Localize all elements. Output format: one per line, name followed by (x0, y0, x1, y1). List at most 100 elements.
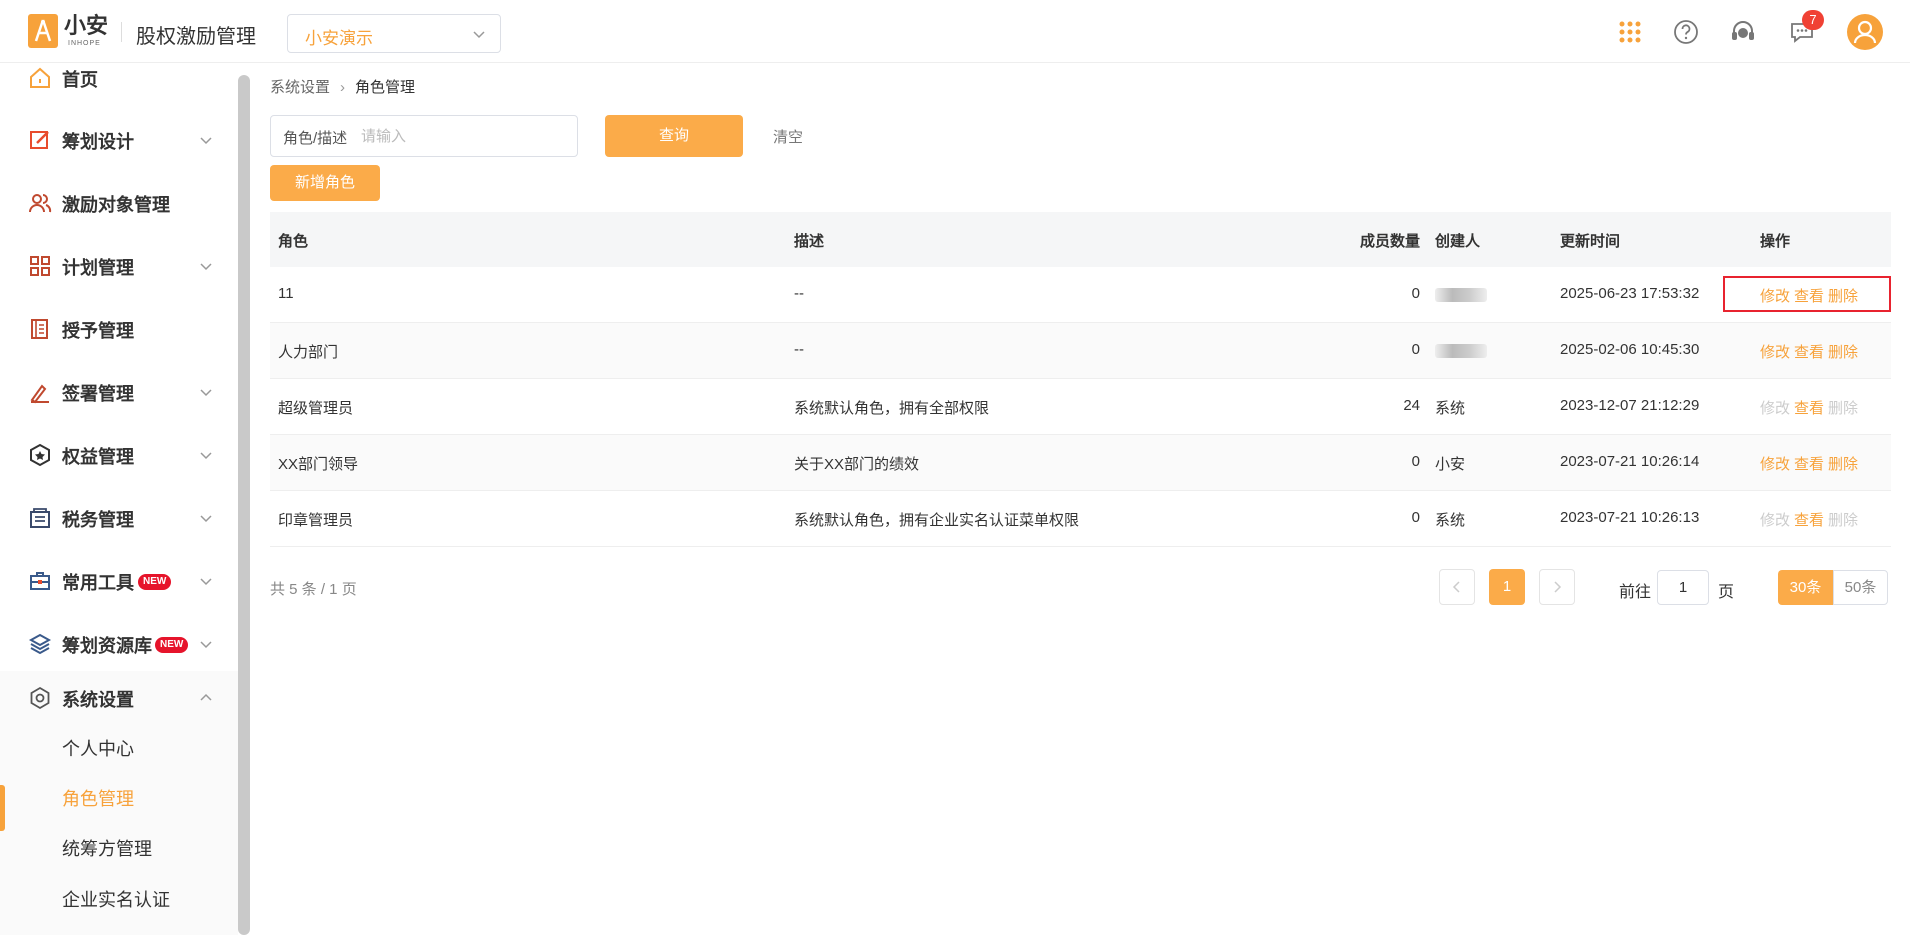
book-icon (31, 319, 48, 339)
cell-count: 24 (1403, 397, 1420, 414)
delete-button: 删除 (1828, 400, 1859, 417)
view-button[interactable]: 查看 (1794, 400, 1824, 417)
cell-updated: 2025-06-23 17:53:32 (1560, 285, 1700, 302)
column-header: 描述 (794, 233, 825, 250)
cell-role: 人力部门 (278, 344, 339, 361)
sidebar-item-planning-design[interactable]: 筹划设计 (0, 113, 238, 167)
edit-button[interactable]: 修改 (1760, 456, 1790, 473)
customer-service-icon[interactable] (1729, 18, 1757, 46)
page-size-30-button[interactable]: 30条 (1778, 570, 1833, 605)
row-actions: 修改 查看 删除 (1760, 341, 1862, 362)
sidebar-subitem-role-management[interactable]: 角色管理 (0, 773, 238, 821)
cell-role: 超级管理员 (278, 400, 354, 417)
view-button[interactable]: 查看 (1794, 456, 1824, 473)
sidebar-subitem-label: 统筹方管理 (62, 839, 152, 859)
delete-button: 删除 (1828, 512, 1859, 529)
sidebar-item-resource-library[interactable]: 筹划资源库 NEW (0, 617, 238, 671)
view-button[interactable]: 查看 (1794, 512, 1824, 529)
settings-icon (30, 686, 50, 710)
logo-text: 小安 (64, 13, 109, 38)
chevron-down-icon (200, 389, 212, 397)
sidebar-item-label: 激励对象管理 (62, 195, 170, 215)
cell-updated: 2023-12-07 21:12:29 (1560, 397, 1700, 414)
badge-icon (30, 443, 50, 467)
sidebar-subitem-coordinator-management[interactable]: 统筹方管理 (0, 823, 238, 871)
cell-updated: 2023-07-21 10:26:14 (1560, 453, 1700, 470)
column-header: 角色 (278, 233, 309, 250)
cell-desc: 系统默认角色，拥有全部权限 (794, 400, 990, 417)
sidebar-item-home[interactable]: 首页 (0, 63, 238, 105)
logo-subtext: INHOPE (68, 40, 101, 47)
sidebar-item-label: 计划管理 (62, 258, 134, 278)
page-number-button[interactable]: 1 (1489, 569, 1525, 605)
edit-icon (30, 131, 49, 149)
delete-button[interactable]: 删除 (1828, 456, 1858, 473)
prev-page-button[interactable] (1439, 569, 1475, 605)
sidebar: 首页 筹划设计 激励对象管理 计划管理 授予管理 签署管理 权益管理 税务管理 … (0, 63, 250, 935)
goto-page-input[interactable]: 1 (1657, 570, 1709, 605)
company-select[interactable]: 小安演示 (287, 14, 501, 53)
sign-icon (30, 384, 49, 404)
chevron-right-icon (1554, 581, 1562, 593)
sidebar-item-system-settings[interactable]: 系统设置 (0, 671, 238, 725)
active-indicator (0, 785, 5, 831)
row-actions: 修改 查看 删除 (1760, 397, 1862, 418)
sidebar-item-signing-management[interactable]: 签署管理 (0, 365, 238, 419)
cell-role: 印章管理员 (278, 512, 354, 529)
sidebar-subitem-enterprise-verification[interactable]: 企业实名认证 (0, 874, 238, 922)
main-content: 系统设置 › 角色管理 角色/描述 查询 清空 新增角色 角色 描述 成员数量 创建… (250, 63, 1910, 935)
add-role-button[interactable]: 新增角色 (270, 165, 380, 201)
sidebar-item-label: 税务管理 (62, 510, 134, 530)
cell-updated: 2023-07-21 10:26:13 (1560, 509, 1700, 526)
column-header: 更新时间 (1560, 233, 1621, 250)
creator-redacted (1435, 344, 1487, 358)
sidebar-subitem-label: 企业实名认证 (62, 890, 170, 910)
chevron-down-icon (200, 137, 212, 145)
row-actions: 修改 查看 删除 (1760, 509, 1862, 530)
help-icon[interactable] (1672, 18, 1700, 46)
sidebar-subitem-personal-center[interactable]: 个人中心 (0, 723, 238, 771)
sidebar-scrollbar[interactable] (238, 75, 250, 935)
user-avatar-icon[interactable] (1847, 14, 1883, 50)
goto-unit: 页 (1718, 584, 1735, 601)
cell-creator: 系统 (1435, 512, 1466, 529)
view-button[interactable]: 查看 (1794, 344, 1824, 361)
cell-creator: 小安 (1435, 456, 1466, 473)
filter-label: 角色/描述 (283, 130, 348, 147)
delete-button[interactable]: 删除 (1828, 344, 1858, 361)
sidebar-item-label: 授予管理 (62, 321, 134, 341)
sidebar-item-common-tools[interactable]: 常用工具 NEW (0, 554, 238, 608)
clear-button[interactable]: 清空 (773, 126, 803, 147)
table-row: 人力部门 -- 0 2025-02-06 10:45:30 修改 查看 删除 (270, 323, 1891, 379)
logo-icon (28, 14, 58, 48)
chevron-down-icon (200, 452, 212, 460)
query-button[interactable]: 查询 (605, 115, 743, 157)
highlight-box (1723, 276, 1891, 312)
page-size-50-button[interactable]: 50条 (1833, 570, 1888, 605)
grid-icon (30, 256, 50, 276)
chevron-down-icon (473, 31, 485, 39)
toolbox-icon (30, 572, 50, 590)
sidebar-item-label: 系统设置 (62, 690, 134, 710)
new-badge: NEW (155, 637, 189, 653)
apps-grid-icon[interactable] (1616, 18, 1644, 46)
next-page-button[interactable] (1539, 569, 1575, 605)
table-row: 印章管理员 系统默认角色，拥有企业实名认证菜单权限 0 系统 2023-07-2… (270, 491, 1891, 547)
column-header: 成员数量 (1360, 233, 1421, 250)
role-search-input[interactable] (361, 124, 561, 148)
column-header: 操作 (1760, 233, 1791, 250)
sidebar-item-plan-management[interactable]: 计划管理 (0, 239, 238, 293)
breadcrumb-parent[interactable]: 系统设置 (270, 79, 330, 96)
cell-desc: -- (794, 341, 804, 358)
edit-button[interactable]: 修改 (1760, 344, 1790, 361)
sidebar-item-tax-management[interactable]: 税务管理 (0, 491, 238, 545)
chevron-up-icon (200, 693, 212, 701)
sidebar-subitem-label: 角色管理 (62, 789, 134, 809)
cell-count: 0 (1411, 453, 1420, 470)
sidebar-item-incentive-targets[interactable]: 激励对象管理 (0, 176, 238, 230)
breadcrumb-current: 角色管理 (355, 79, 416, 96)
cell-role: XX部门领导 (278, 456, 359, 473)
column-header: 创建人 (1435, 233, 1481, 250)
sidebar-item-equity-management[interactable]: 权益管理 (0, 428, 238, 482)
sidebar-item-grant-management[interactable]: 授予管理 (0, 302, 238, 356)
